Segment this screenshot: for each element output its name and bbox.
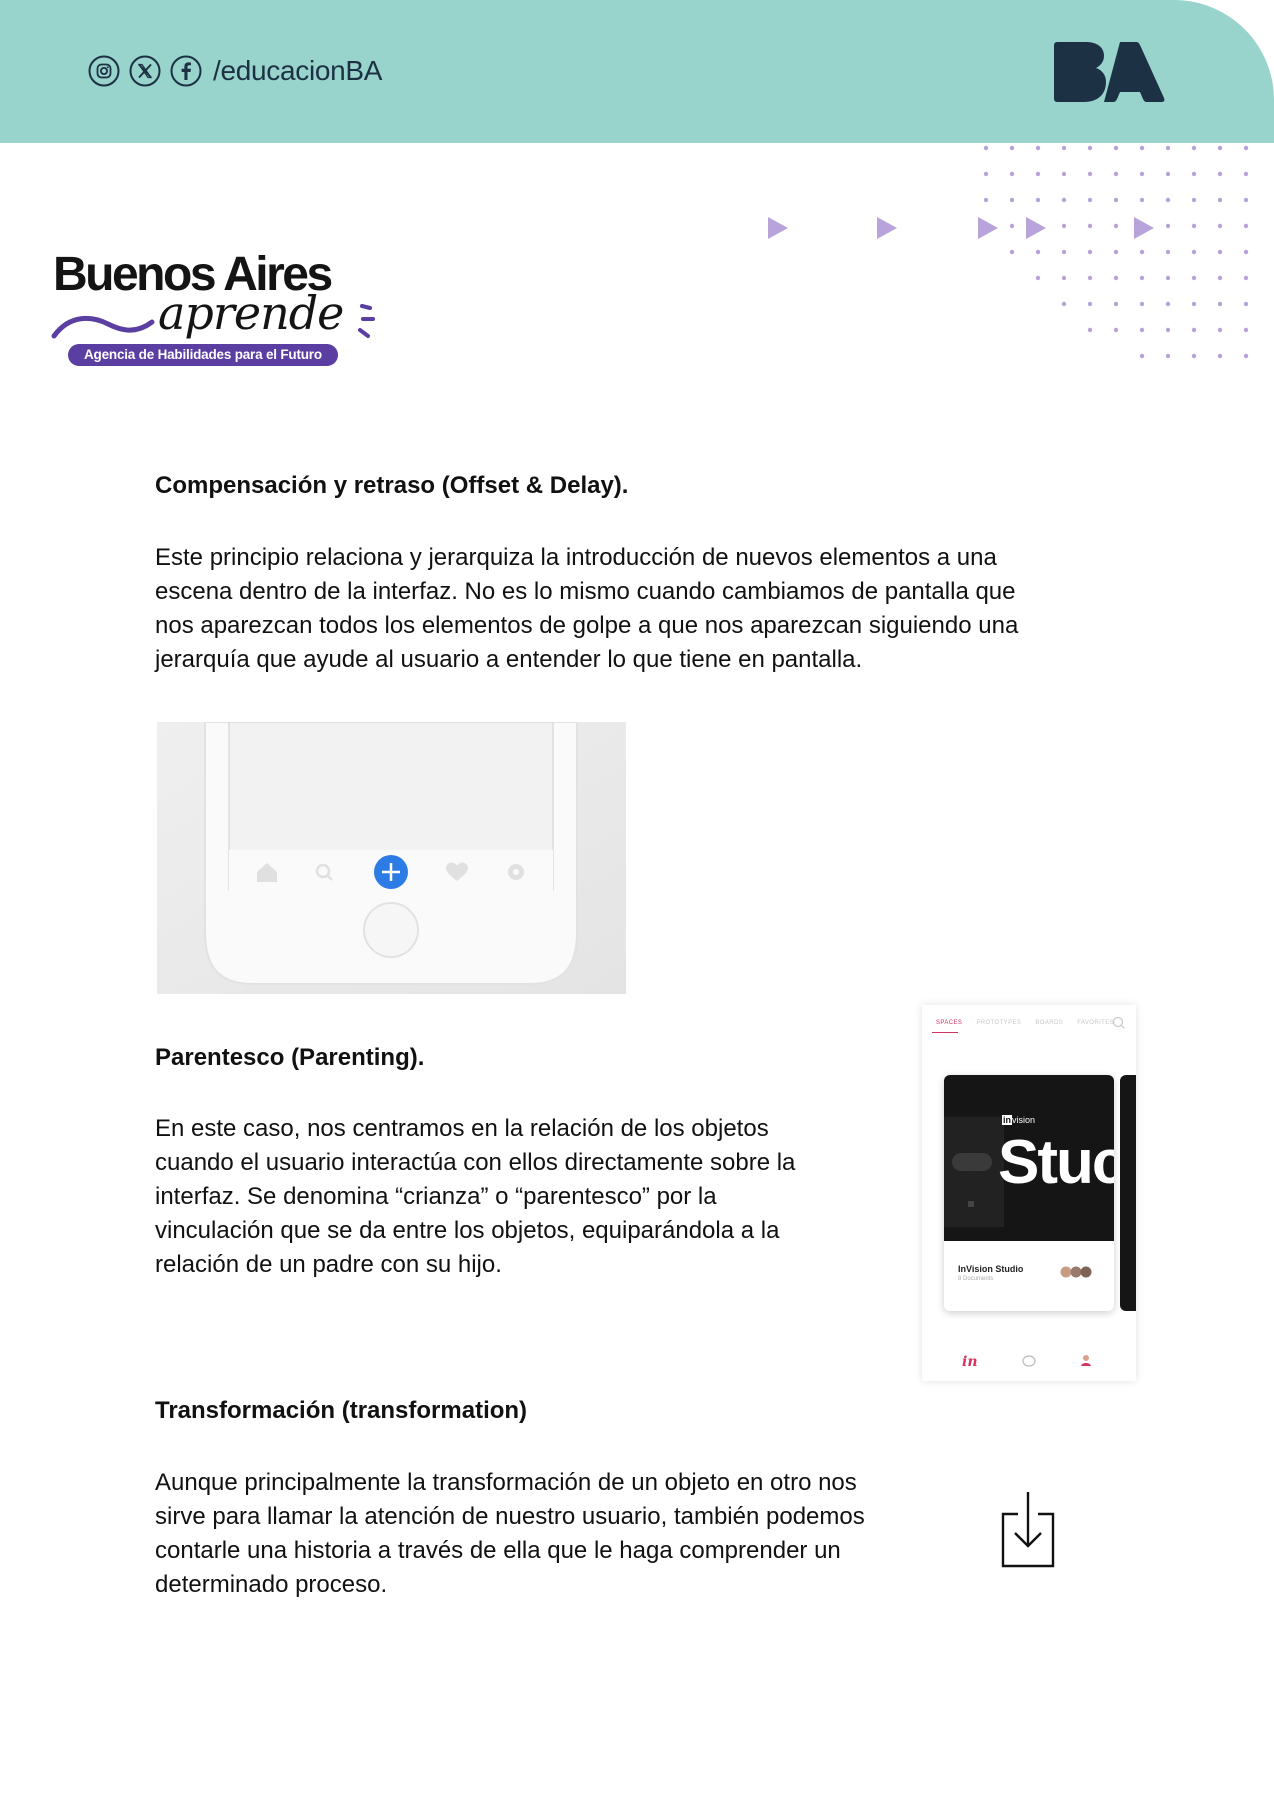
invision-tabs: SPACES PROTOTYPES BOARDS FAVORITES: [936, 1020, 1126, 1026]
x-icon[interactable]: [129, 55, 161, 87]
card-hero-text: Stuc: [998, 1128, 1114, 1197]
search-icon: [1112, 1016, 1125, 1029]
tab-favorites: FAVORITES: [1077, 1020, 1115, 1026]
body-line: relación de un padre con su hijo.: [155, 1251, 502, 1278]
invision-app-mockup: SPACES PROTOTYPES BOARDS FAVORITES invis…: [922, 1005, 1136, 1381]
download-icon: [1001, 1492, 1055, 1568]
body-line: jerarquía que ayude al usuario a entende…: [155, 646, 863, 673]
phone-mockup-image: [157, 722, 626, 994]
section-body-transformation: Aunque principalmente la transformación …: [155, 1466, 865, 1602]
body-line: escena dentro de la interfaz. No es lo m…: [155, 578, 1016, 605]
instagram-icon[interactable]: [88, 55, 120, 87]
chat-icon: [1022, 1355, 1036, 1367]
body-line: Este principio relaciona y jerarquiza la…: [155, 544, 997, 571]
section-body-parenting: En este caso, nos centramos en la relaci…: [155, 1112, 795, 1282]
decorative-dot-pattern: [768, 145, 1249, 359]
facebook-icon[interactable]: [170, 55, 202, 87]
body-line: cuando el usuario interactúa con ellos d…: [155, 1149, 796, 1176]
section-heading-offset-delay: Compensación y retraso (Offset & Delay).: [155, 472, 629, 499]
user-icon: [1081, 1355, 1091, 1366]
tab-prototypes: PROTOTYPES: [976, 1020, 1022, 1026]
active-tab-indicator: [932, 1032, 958, 1033]
body-line: contarle una historia a través de ella q…: [155, 1537, 841, 1564]
invision-icon: in: [962, 1354, 978, 1370]
section-heading-parenting: Parentesco (Parenting).: [155, 1044, 425, 1071]
body-line: Aunque principalmente la transformación …: [155, 1469, 857, 1496]
body-line: vinculación que se da entre los objetos,…: [155, 1217, 780, 1244]
body-line: sirve para llamar la atención de nuestro…: [155, 1503, 865, 1530]
body-line: interfaz. Se denomina “crianza” o “paren…: [155, 1183, 717, 1210]
invision-logo: invision: [1002, 1115, 1036, 1125]
tab-spaces: SPACES: [936, 1020, 963, 1026]
buenos-aires-aprende-logo: Buenos Aires aprende Agencia de Habilida…: [50, 242, 390, 372]
section-heading-transformation: Transformación (transformation): [155, 1397, 528, 1424]
card-subtitle: 8 Documents: [958, 1276, 994, 1282]
social-handle[interactable]: /educacionBA: [213, 55, 382, 87]
body-line: determinado proceso.: [155, 1571, 388, 1598]
brand-line2: aprende: [158, 286, 344, 340]
gear-icon: [508, 864, 524, 880]
add-icon: [374, 855, 408, 889]
invision-card: invision Stuc InVision Studio 8 Document…: [944, 1075, 1114, 1311]
body-line: nos aparezcan todos los elementos de gol…: [155, 612, 1019, 639]
avatar-group: [1060, 1266, 1092, 1278]
header-band: /educacionBA: [0, 0, 1274, 143]
next-card-peek: [1120, 1075, 1136, 1311]
social-links: /educacionBA: [88, 54, 382, 88]
card-title: InVision Studio: [958, 1264, 1024, 1274]
section-body-offset-delay: Este principio relaciona y jerarquiza la…: [155, 541, 1018, 677]
card-cover: invision Stuc: [944, 1075, 1114, 1241]
body-line: En este caso, nos centramos en la relaci…: [155, 1115, 769, 1142]
tab-boards: BOARDS: [1035, 1020, 1064, 1026]
ba-logo: [1054, 42, 1165, 102]
brand-tagline: Agencia de Habilidades para el Futuro: [68, 344, 338, 366]
